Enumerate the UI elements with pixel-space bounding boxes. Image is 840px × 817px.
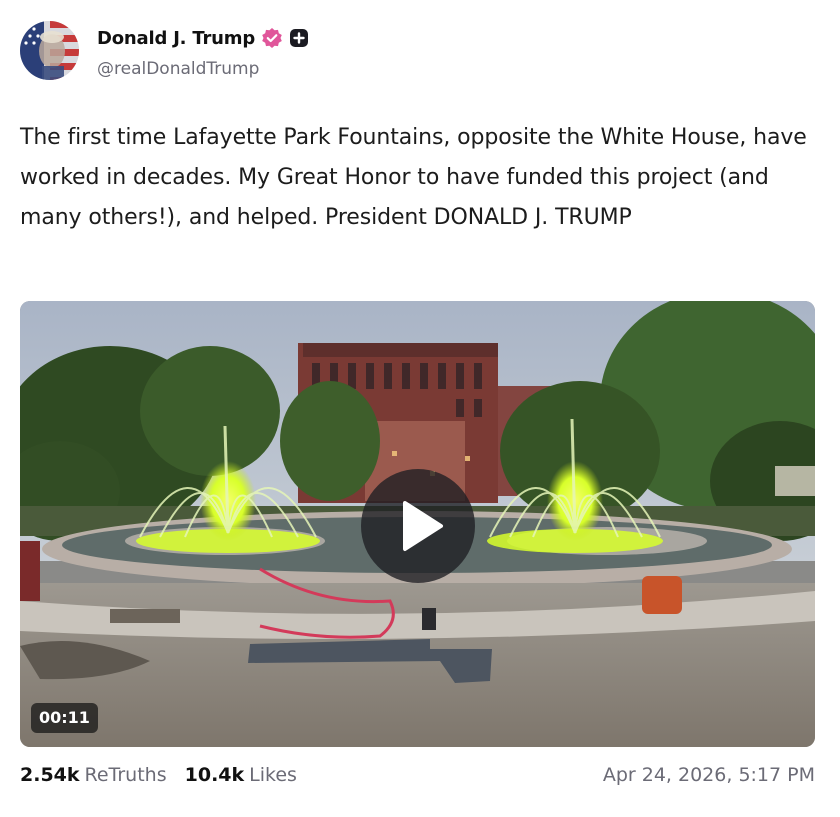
post-text: The first time Lafayette Park Fountains,… xyxy=(20,125,807,230)
likes-stat[interactable]: 10.4k Likes xyxy=(185,764,297,786)
video-duration: 00:11 xyxy=(31,703,98,733)
post-card: Donald J. Trump @realDonaldTrump The fir… xyxy=(0,0,840,817)
play-icon xyxy=(403,501,443,551)
author-name-row: Donald J. Trump xyxy=(97,25,309,51)
post-timestamp[interactable]: Apr 24, 2026, 5:17 PM xyxy=(603,764,815,786)
author-handle[interactable]: @realDonaldTrump xyxy=(97,59,259,79)
retruths-stat[interactable]: 2.54k ReTruths xyxy=(20,764,167,786)
play-button[interactable] xyxy=(361,469,475,583)
avatar[interactable] xyxy=(20,21,79,80)
likes-label: Likes xyxy=(249,764,297,786)
plus-badge-icon xyxy=(289,28,309,48)
flag-portrait-avatar xyxy=(20,21,79,80)
likes-count: 10.4k xyxy=(184,764,245,786)
post-stats: 2.54k ReTruths 10.4k Likes xyxy=(20,764,315,786)
verified-badge-icon xyxy=(261,27,283,49)
retruths-label: ReTruths xyxy=(84,764,167,786)
retruths-count: 2.54k xyxy=(20,764,80,786)
video-player[interactable]: 00:11 xyxy=(20,301,815,747)
author-display-name[interactable]: Donald J. Trump xyxy=(97,28,255,49)
